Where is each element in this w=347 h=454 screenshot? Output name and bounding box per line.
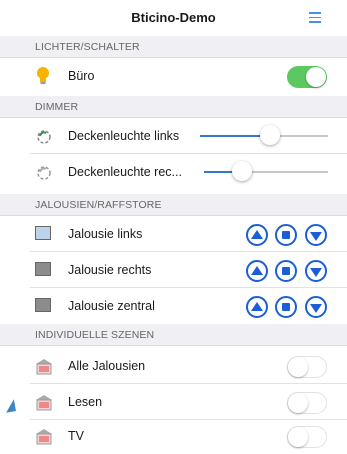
dimmer-label: Deckenleuchte rec... [68,165,182,179]
scene-label: TV [68,429,84,443]
arrow-down-icon [310,267,322,277]
dimmer-lamp-icon [37,130,51,144]
light-toggle-buero[interactable] [287,66,327,88]
page-title: Bticino-Demo [131,10,216,25]
scene-label: Lesen [68,395,103,409]
blind-closed-icon [35,298,51,312]
blind-stop-button[interactable] [275,260,297,282]
section-blinds-header: JALOUSIEN/RAFFSTORE [0,194,347,216]
blind-down-button[interactable] [305,296,327,318]
toggle-knob [288,357,308,377]
section-dimmer-header: DIMMER [0,96,347,118]
blind-up-button[interactable] [246,296,268,318]
section-lights-header: LICHTER/SCHALTER [0,36,347,58]
lightbulb-icon [37,67,49,84]
dimmer-row-rechts: Deckenleuchte rec... [0,154,347,190]
scene-building-icon [36,429,52,445]
blind-row-rechts: Jalousie rechts [0,252,347,288]
blind-closed-icon [35,262,51,276]
scene-row-alle-jalousien: Alle Jalousien [0,348,347,384]
scene-building-icon [36,359,52,375]
blind-up-button[interactable] [246,224,268,246]
blind-down-button[interactable] [305,224,327,246]
blind-label: Jalousie rechts [68,263,152,277]
hamburger-icon[interactable] [309,12,321,24]
blind-row-zentral: Jalousie zentral [0,288,347,324]
arrow-up-icon [251,229,263,239]
blind-row-links: Jalousie links [0,216,347,252]
arrow-up-icon [251,265,263,275]
toggle-knob [288,393,308,413]
blind-label: Jalousie links [68,227,143,241]
slider-thumb[interactable] [260,125,280,145]
scene-building-icon [36,395,52,411]
dimmer-row-links: Deckenleuchte links [0,118,347,154]
dimmer-slider-links[interactable] [200,125,328,145]
stop-icon [282,231,290,239]
dimmer-lamp-icon [37,166,51,180]
dimmer-label: Deckenleuchte links [68,129,180,143]
light-label: Büro [68,69,95,83]
scene-toggle[interactable] [287,426,327,448]
scene-row-lesen: Lesen [0,384,347,420]
section-scenes-header: INDIVIDUELLE SZENEN [0,324,347,346]
blind-down-button[interactable] [305,260,327,282]
section-blinds-title: JALOUSIEN/RAFFSTORE [35,199,162,211]
stop-icon [282,267,290,275]
scene-label: Alle Jalousien [68,359,146,373]
toggle-knob [306,67,326,87]
scene-row-tv: TV [0,418,347,454]
dimmer-slider-rechts[interactable] [204,161,328,181]
blind-up-button[interactable] [246,260,268,282]
section-dimmer-title: DIMMER [35,101,79,113]
arrow-down-icon [310,231,322,241]
slider-thumb[interactable] [232,161,252,181]
blind-open-icon [35,226,51,240]
blind-label: Jalousie zentral [68,299,155,313]
scene-toggle[interactable] [287,392,327,414]
blind-stop-button[interactable] [275,296,297,318]
arrow-up-icon [251,301,263,311]
app-header: Bticino-Demo [0,0,347,37]
stop-icon [282,303,290,311]
section-scenes-title: INDIVIDUELLE SZENEN [35,329,155,341]
arrow-down-icon [310,303,322,313]
scene-toggle[interactable] [287,356,327,378]
blind-stop-button[interactable] [275,224,297,246]
light-row-buero: Büro [0,58,347,94]
toggle-knob [288,427,308,447]
pointer-cursor-icon [4,399,16,413]
section-lights-title: LICHTER/SCHALTER [35,41,140,53]
